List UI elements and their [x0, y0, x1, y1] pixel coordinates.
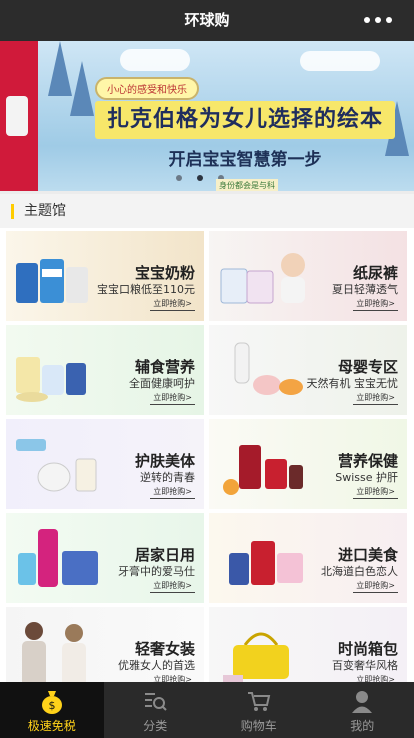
- buy-now-link[interactable]: 立即抢购>: [150, 297, 195, 311]
- handbag-image: [223, 632, 289, 683]
- banner-headline: 扎克伯格为女儿选择的绘本: [95, 101, 395, 139]
- household-image: [18, 529, 98, 587]
- category-title: 护肤美体: [134, 452, 195, 470]
- category-card-imported-food[interactable]: 进口美食 北海道白色恋人 立即抢购>: [209, 513, 407, 603]
- cart-icon: [247, 692, 270, 711]
- category-card-skincare[interactable]: 护肤美体 逆转的青春 立即抢购>: [6, 419, 204, 509]
- category-title: 居家日用: [134, 546, 195, 564]
- category-grid: 宝宝奶粉 宝宝口粮低至110元 立即抢购> 纸尿裤 夏日轻薄透气 立即抢购> 辅…: [0, 228, 414, 697]
- category-title: 辅食营养: [134, 358, 195, 376]
- category-subtitle: 全面健康呵护: [129, 377, 195, 390]
- category-card-mother-baby[interactable]: 母婴专区 天然有机 宝宝无忧 立即抢购>: [209, 325, 407, 415]
- baby-bottle-image: [234, 342, 303, 395]
- cloud-decoration: [120, 49, 190, 71]
- section-title: 主题馆: [24, 203, 66, 219]
- category-title: 进口美食: [337, 546, 398, 564]
- tab-cart[interactable]: 购物车: [207, 682, 311, 738]
- tab-duty-free[interactable]: $ 极速免税: [0, 682, 104, 738]
- carousel-dot-active[interactable]: [197, 175, 203, 181]
- womens-fashion-image: [22, 622, 86, 687]
- category-subtitle: 逆转的青春: [140, 471, 195, 484]
- category-title: 纸尿裤: [352, 264, 398, 282]
- buy-now-link[interactable]: 立即抢购>: [353, 297, 398, 311]
- baby-food-image: [16, 357, 86, 402]
- category-card-household[interactable]: 居家日用 牙膏中的爱马仕 立即抢购>: [6, 513, 204, 603]
- tree-decoration: [70, 61, 94, 116]
- buy-now-link[interactable]: 立即抢购>: [353, 579, 398, 593]
- category-title: 轻奢女装: [134, 640, 195, 658]
- category-subtitle: 牙膏中的爱马仕: [118, 565, 195, 578]
- tab-label: 分类: [143, 719, 168, 733]
- supplements-image: [223, 445, 303, 495]
- category-title: 宝宝奶粉: [134, 264, 195, 282]
- buy-now-link[interactable]: 立即抢购>: [150, 391, 195, 405]
- category-subtitle: 天然有机 宝宝无忧: [306, 377, 399, 390]
- category-card-diapers[interactable]: 纸尿裤 夏日轻薄透气 立即抢购>: [209, 231, 407, 321]
- category-card-baby-food[interactable]: 辅食营养 全面健康呵护 立即抢购>: [6, 325, 204, 415]
- section-accent-bar: [11, 204, 14, 219]
- tab-profile[interactable]: 我的: [311, 682, 414, 738]
- svg-text:$: $: [48, 699, 55, 712]
- milk-powder-image: [16, 259, 88, 303]
- category-title: 母婴专区: [337, 358, 398, 376]
- money-bag-icon: $: [41, 691, 62, 714]
- category-title: 时尚箱包: [337, 640, 398, 658]
- imported-food-image: [229, 541, 303, 585]
- section-header: 主题馆: [0, 194, 414, 228]
- category-subtitle: Swisse 护肝: [335, 471, 398, 484]
- cloud-decoration: [300, 51, 380, 71]
- tab-category[interactable]: 分类: [104, 682, 208, 738]
- category-subtitle: 优雅女人的首选: [118, 659, 195, 672]
- buy-now-link[interactable]: 立即抢购>: [353, 391, 398, 405]
- banner-sticker: 身份都会是与科学的: [216, 179, 278, 191]
- category-subtitle: 百变奢华风格: [332, 659, 398, 672]
- category-subtitle: 北海道白色恋人: [321, 565, 398, 578]
- previous-slide-peek: [0, 41, 38, 191]
- buy-now-link[interactable]: 立即抢购>: [150, 579, 195, 593]
- more-menu-icon[interactable]: [364, 17, 392, 23]
- category-title: 营养保健: [337, 452, 398, 470]
- user-icon: [352, 691, 373, 713]
- buy-now-link[interactable]: 立即抢购>: [353, 485, 398, 499]
- banner-chip: 小心的感受和快乐: [95, 77, 199, 100]
- skincare-image: [16, 439, 97, 492]
- tab-label: 购物车: [240, 719, 277, 733]
- category-card-milk-powder[interactable]: 宝宝奶粉 宝宝口粮低至110元 立即抢购>: [6, 231, 204, 321]
- tab-label: 我的: [350, 719, 375, 733]
- tree-decoration: [48, 41, 72, 96]
- category-subtitle: 宝宝口粮低至110元: [97, 283, 195, 296]
- buy-now-link[interactable]: 立即抢购>: [150, 485, 195, 499]
- bottom-tab-bar: $ 极速免税 分类 购物车 我的: [0, 682, 414, 738]
- page-title: 环球购: [184, 11, 230, 29]
- category-card-supplements[interactable]: 营养保健 Swisse 护肝 立即抢购>: [209, 419, 407, 509]
- tab-label: 极速免税: [27, 719, 76, 733]
- banner-subline: 开启宝宝智慧第一步: [168, 150, 322, 170]
- category-subtitle: 夏日轻薄透气: [332, 283, 398, 296]
- carousel-dot[interactable]: [176, 175, 182, 181]
- top-navigation-bar: 环球购: [0, 0, 414, 41]
- search-list-icon: [145, 693, 167, 711]
- promo-banner[interactable]: 小心的感受和快乐 扎克伯格为女儿选择的绘本 开启宝宝智慧第一步 身份都会是与科学…: [0, 41, 414, 191]
- diapers-image: [220, 253, 305, 304]
